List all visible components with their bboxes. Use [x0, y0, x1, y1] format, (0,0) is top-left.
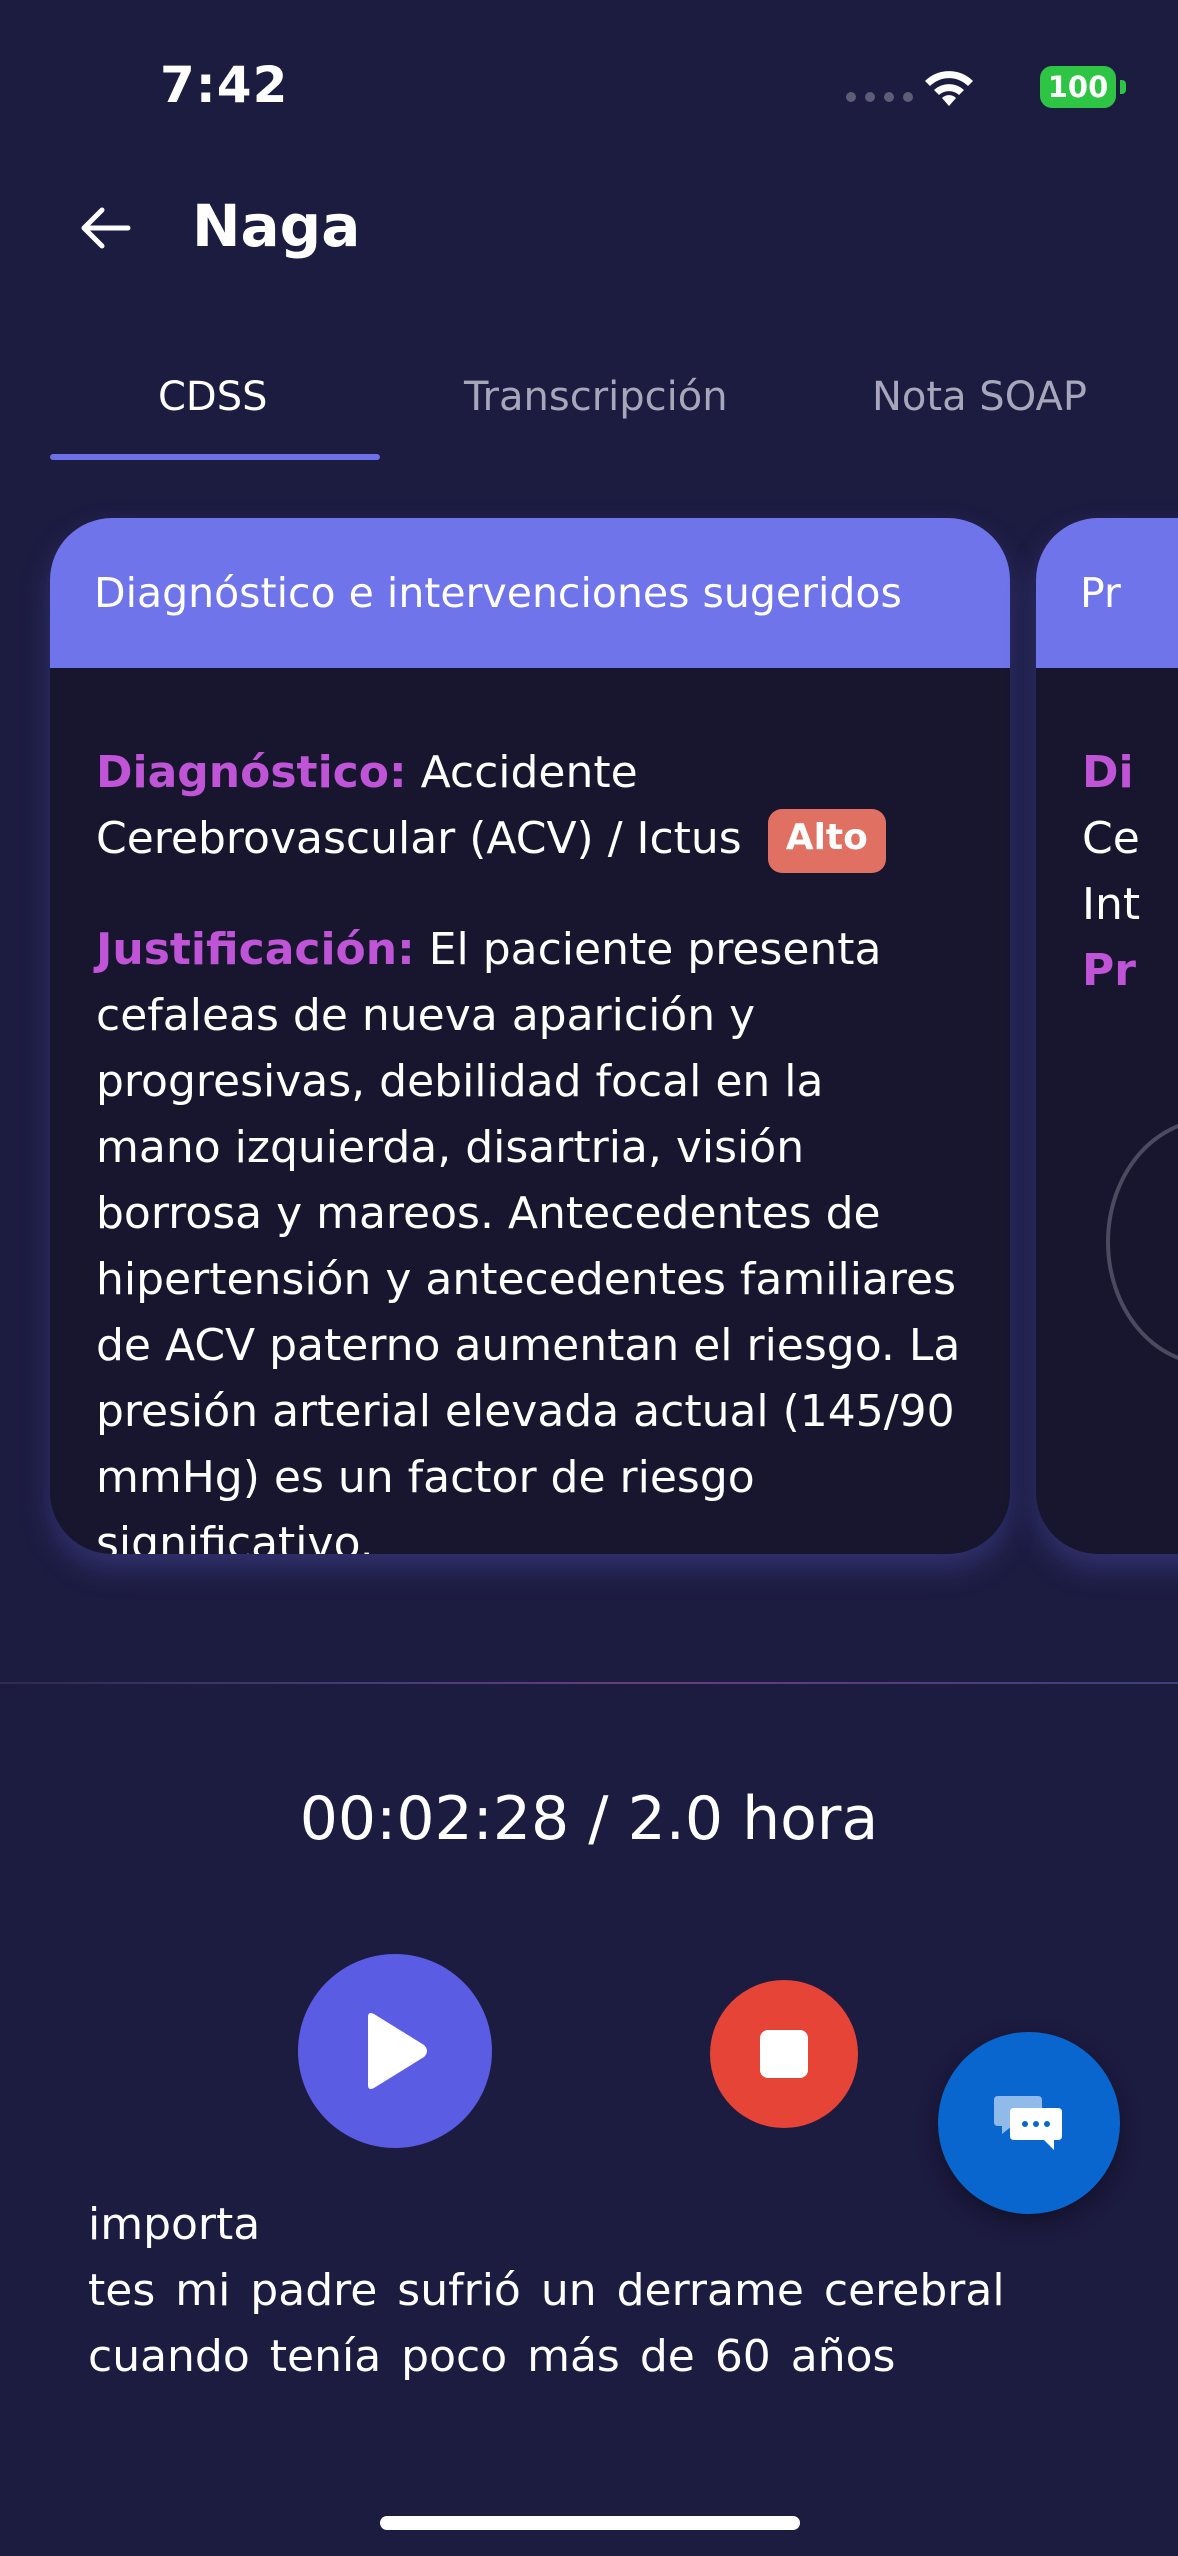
next-card-header: Pr: [1036, 518, 1178, 668]
diagnosis-card[interactable]: Diagnóstico e intervenciones sugeridos D…: [50, 518, 1010, 1554]
status-time: 7:42: [160, 56, 289, 114]
next-card-line-3: Int: [1082, 879, 1141, 930]
stop-button[interactable]: [710, 1980, 858, 2128]
home-indicator: [380, 2516, 800, 2530]
cellular-signal-icon: [846, 92, 913, 102]
next-card-line-2: Ce: [1082, 813, 1140, 864]
next-card-body: Di Ce Int Pr: [1036, 668, 1178, 1004]
next-card[interactable]: Pr Di Ce Int Pr: [1036, 518, 1178, 1554]
tab-cdss[interactable]: CDSS: [158, 374, 268, 420]
play-button[interactable]: [298, 1954, 492, 2148]
battery-icon: 100: [1040, 66, 1126, 108]
active-tab-indicator: [50, 454, 380, 460]
justification-paragraph: Justificación: El paciente presenta cefa…: [96, 917, 962, 1554]
diagnosis-paragraph: Diagnóstico: Accidente Cerebrovascular (…: [96, 740, 962, 873]
play-icon: [368, 2013, 427, 2089]
diagnosis-label: Diagnóstico:: [96, 747, 407, 798]
stop-icon: [760, 2030, 808, 2078]
battery-level: 100: [1040, 66, 1116, 108]
card-header: Diagnóstico e intervenciones sugeridos: [50, 518, 1010, 668]
recording-timer: 00:02:28 / 2.0 hora: [299, 1784, 879, 1854]
arrow-left-icon[interactable]: [74, 196, 138, 260]
card-body: Diagnóstico: Accidente Cerebrovascular (…: [50, 668, 1010, 1554]
chat-button[interactable]: [938, 2032, 1120, 2214]
wifi-icon: [925, 71, 973, 106]
severity-badge: Alto: [767, 809, 886, 873]
tab-transcripcion[interactable]: Transcripción: [464, 374, 728, 420]
next-card-line-1: Di: [1082, 747, 1134, 798]
screen: 7:42 100 Naga CDSS Transcripción Nota SO…: [0, 0, 1178, 2556]
tab-nota-soap[interactable]: Nota SOAP: [872, 374, 1087, 420]
next-card-line-4: Pr: [1082, 945, 1136, 996]
transcript-line: cuando tenía poco más de 60 años: [88, 2331, 896, 2382]
chat-icon: [994, 2096, 1062, 2150]
section-divider: [0, 1682, 1178, 1684]
page-title: Naga: [192, 192, 361, 260]
justification-text: El paciente presenta cefaleas de nueva a…: [96, 924, 961, 1554]
transcript-line: tes mi padre sufrió un derrame cerebral: [88, 2265, 1005, 2316]
next-card-graphic: [1106, 1118, 1178, 1366]
justification-label: Justificación:: [96, 924, 415, 975]
